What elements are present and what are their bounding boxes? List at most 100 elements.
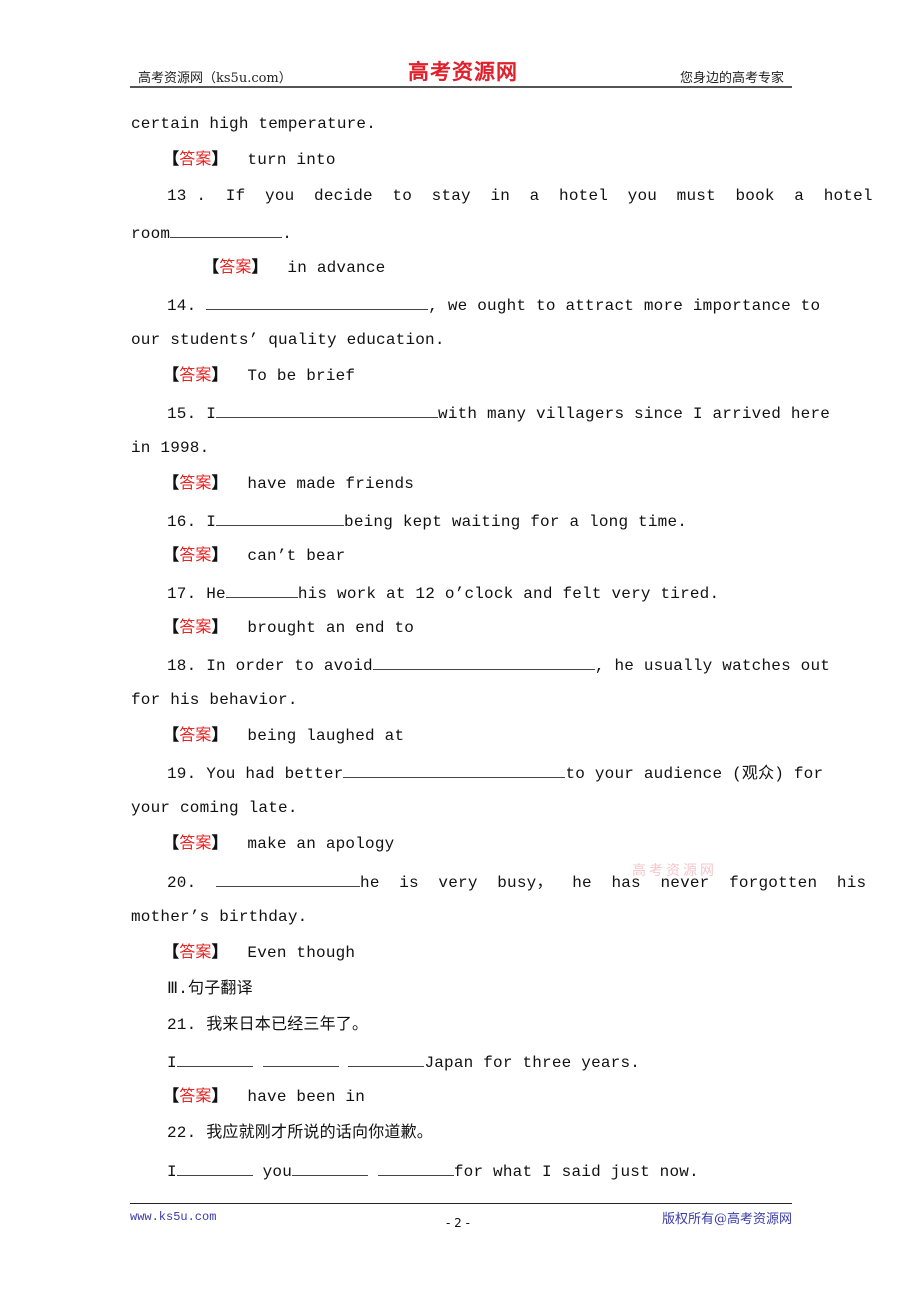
question-text: being kept waiting for a long time. <box>344 513 688 531</box>
question-text: for his behavior. <box>131 691 298 709</box>
question-text: room <box>131 225 171 243</box>
answer-label: 答案 <box>179 835 212 853</box>
footer-copyright: 版权所有@高考资源网 <box>661 1212 792 1227</box>
question-13-cont: room. <box>131 222 292 244</box>
question-13: 13 . If you decide to stay in a hotel yo… <box>167 186 873 206</box>
question-21: 21. 我来日本已经三年了。 <box>167 1015 368 1035</box>
question-text: , he usually watches out <box>594 657 831 675</box>
answer-label: 答案 <box>179 1088 212 1106</box>
question-text: 22. 我应就刚才所说的话向你道歉。 <box>167 1124 434 1142</box>
question-text: he is very busy， he has never forgotten … <box>360 874 867 892</box>
answer-blank[interactable] <box>225 582 298 598</box>
question-22: 22. 我应就刚才所说的话向你道歉。 <box>167 1123 433 1143</box>
question-19: 19. You had better to your audience (观众) … <box>167 762 823 784</box>
question-text: with many villagers since I arrived here <box>438 405 831 423</box>
question-text: to your audience (观众) for <box>565 765 824 783</box>
question-14-cont: our students’ quality education. <box>131 330 445 350</box>
bracket-open: 【 <box>203 259 220 277</box>
question-text: 14. <box>167 297 207 315</box>
question-text: Japan for three years. <box>424 1054 641 1072</box>
question-21-english: I Japan for three years. <box>167 1051 640 1073</box>
answer-blank[interactable] <box>348 1051 425 1067</box>
answer-blank[interactable] <box>216 402 439 418</box>
bracket-close: 】 <box>211 835 228 853</box>
question-text: 15. I <box>167 405 217 423</box>
header-slogan: 您身边的高考专家 <box>679 71 784 86</box>
footer-divider <box>130 1203 792 1204</box>
answer-label: 答案 <box>179 151 212 169</box>
text-line: certain high temperature. <box>131 114 376 134</box>
bracket-open: 【 <box>163 727 180 745</box>
question-text: you <box>252 1163 293 1181</box>
question-20: 20. he is very busy， he has never forgot… <box>167 871 866 893</box>
question-14: 14. , we ought to attract more importanc… <box>167 294 820 316</box>
answer-line: 【答案】 being laughed at <box>163 726 404 746</box>
question-19-cont: your coming late. <box>131 798 298 818</box>
answer-line: 【答案】 have been in <box>163 1087 365 1107</box>
answer-line: 【答案】 in advance <box>203 258 385 278</box>
bracket-close: 】 <box>211 727 228 745</box>
answer-blank[interactable] <box>170 222 283 238</box>
answer-text: have made friends <box>247 475 415 493</box>
line-text: certain high temperature. <box>131 115 377 133</box>
answer-blank[interactable] <box>343 762 566 778</box>
answer-label: 答案 <box>179 727 212 745</box>
answer-blank[interactable] <box>262 1051 339 1067</box>
question-text: 20. <box>167 874 217 892</box>
bracket-open: 【 <box>163 835 180 853</box>
question-text: 17. He <box>167 585 226 603</box>
question-text: your coming late. <box>131 799 298 817</box>
answer-label: 答案 <box>219 259 252 277</box>
question-text: 13 . If you decide to stay in a hotel yo… <box>167 187 873 205</box>
question-text: I <box>167 1163 177 1181</box>
answer-text: brought an end to <box>247 619 415 637</box>
question-text: for what I said just now. <box>453 1163 699 1181</box>
footer-website-link[interactable]: www.ks5u.com <box>130 1210 216 1224</box>
question-text: , we ought to attract more importance to <box>428 297 821 315</box>
answer-blank[interactable] <box>206 294 429 310</box>
answer-blank[interactable] <box>216 871 361 887</box>
answer-line: 【答案】 turn into <box>163 150 336 170</box>
answer-text: To be brief <box>247 367 356 385</box>
answer-label: 答案 <box>179 547 212 565</box>
answer-line: 【答案】 have made friends <box>163 474 414 494</box>
question-text: mother’s birthday. <box>131 908 308 926</box>
question-18: 18. In order to avoid , he usually watche… <box>167 654 830 676</box>
question-17: 17. He his work at 12 o’clock and felt ve… <box>167 582 719 604</box>
answer-blank[interactable] <box>176 1051 253 1067</box>
bracket-close: 】 <box>211 1088 228 1106</box>
bracket-open: 【 <box>163 475 180 493</box>
question-15: 15. I with many villagers since I arrived… <box>167 402 830 424</box>
answer-blank[interactable] <box>372 654 595 670</box>
bracket-close: 】 <box>251 259 268 277</box>
answer-text: turn into <box>247 151 336 169</box>
answer-text: have been in <box>247 1088 366 1106</box>
bracket-close: 】 <box>211 944 228 962</box>
question-text: 19. You had better <box>167 765 344 783</box>
bracket-close: 】 <box>211 367 228 385</box>
bracket-open: 【 <box>163 619 180 637</box>
section-heading: Ⅲ.句子翻译 <box>167 979 253 999</box>
question-text: our students’ quality education. <box>131 331 445 349</box>
question-20-cont: mother’s birthday. <box>131 907 307 927</box>
answer-line: 【答案】 brought an end to <box>163 618 414 638</box>
answer-blank[interactable] <box>292 1160 369 1176</box>
question-15-cont: in 1998. <box>131 438 209 458</box>
section-title: Ⅲ.句子翻译 <box>167 980 253 998</box>
answer-label: 答案 <box>179 367 212 385</box>
question-16: 16. I being kept waiting for a long time. <box>167 510 687 532</box>
bracket-close: 】 <box>211 475 228 493</box>
answer-label: 答案 <box>179 475 212 493</box>
answer-blank[interactable] <box>216 510 345 526</box>
question-text: . <box>282 225 293 243</box>
question-22-english: I you for what I said just now. <box>167 1160 699 1182</box>
question-text: 16. I <box>167 513 217 531</box>
answer-text: make an apology <box>247 835 395 853</box>
answer-blank[interactable] <box>377 1160 454 1176</box>
bracket-open: 【 <box>163 367 180 385</box>
answer-line: 【答案】 Even though <box>163 943 355 963</box>
page-number: - 2 - <box>446 1216 470 1230</box>
question-text: I <box>167 1054 177 1072</box>
answer-line: 【答案】 make an apology <box>163 834 394 854</box>
answer-blank[interactable] <box>176 1160 253 1176</box>
